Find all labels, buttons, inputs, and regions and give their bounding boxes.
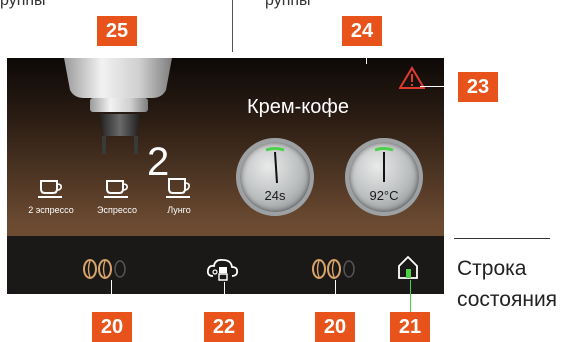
- bean-strength-icon-left[interactable]: [83, 258, 129, 280]
- temperature-gauge-value: 92°C: [369, 188, 399, 203]
- status-label-rule: [454, 238, 550, 239]
- cup-label: Лунго: [167, 205, 191, 215]
- time-gauge-value: 24s: [264, 188, 286, 203]
- callout-20-left: 20: [92, 312, 132, 342]
- drink-name: Крем-кофе: [247, 96, 349, 118]
- leader-line-top: [232, 0, 233, 52]
- leader-line-20-right: [335, 280, 336, 312]
- leader-line-24: [366, 46, 367, 64]
- leader-line-22: [224, 282, 225, 312]
- callout-25: 25: [97, 16, 137, 46]
- cup-button-lungo[interactable]: Лунго: [149, 178, 209, 215]
- callout-21: 21: [390, 312, 430, 342]
- gauge-needle: [265, 147, 285, 184]
- callout-22: 22: [204, 312, 244, 342]
- cleaning-icon[interactable]: [205, 254, 241, 282]
- cup-label: 2 эспрессо: [28, 205, 74, 215]
- leader-line-20-left: [111, 280, 112, 312]
- bean-strength-icon-right[interactable]: [312, 258, 358, 280]
- temperature-gauge: 92°C: [345, 138, 423, 216]
- double-cup-icon: [38, 180, 62, 198]
- top-fragment-left: руппы: [0, 0, 46, 9]
- cup-button-espresso[interactable]: Эспрессо: [87, 178, 147, 215]
- status-label-line2: состояния: [457, 288, 558, 311]
- tall-cup-icon: [166, 178, 190, 198]
- status-bar: [7, 236, 444, 294]
- time-gauge: 24s: [236, 138, 314, 216]
- gauge-needle: [374, 147, 394, 182]
- callout-23: 23: [458, 72, 498, 102]
- leader-line-21: [410, 280, 411, 312]
- leader-line-23: [420, 86, 458, 87]
- top-fragment-right: руппы: [265, 0, 311, 9]
- cup-label: Эспрессо: [97, 205, 137, 215]
- home-icon[interactable]: [397, 254, 419, 280]
- cup-icon: [104, 180, 128, 198]
- callout-20-right: 20: [315, 312, 355, 342]
- cup-button-double-espresso[interactable]: 2 эспрессо: [21, 178, 81, 215]
- callout-24: 24: [342, 16, 382, 46]
- status-label-line1: Строка: [457, 257, 527, 280]
